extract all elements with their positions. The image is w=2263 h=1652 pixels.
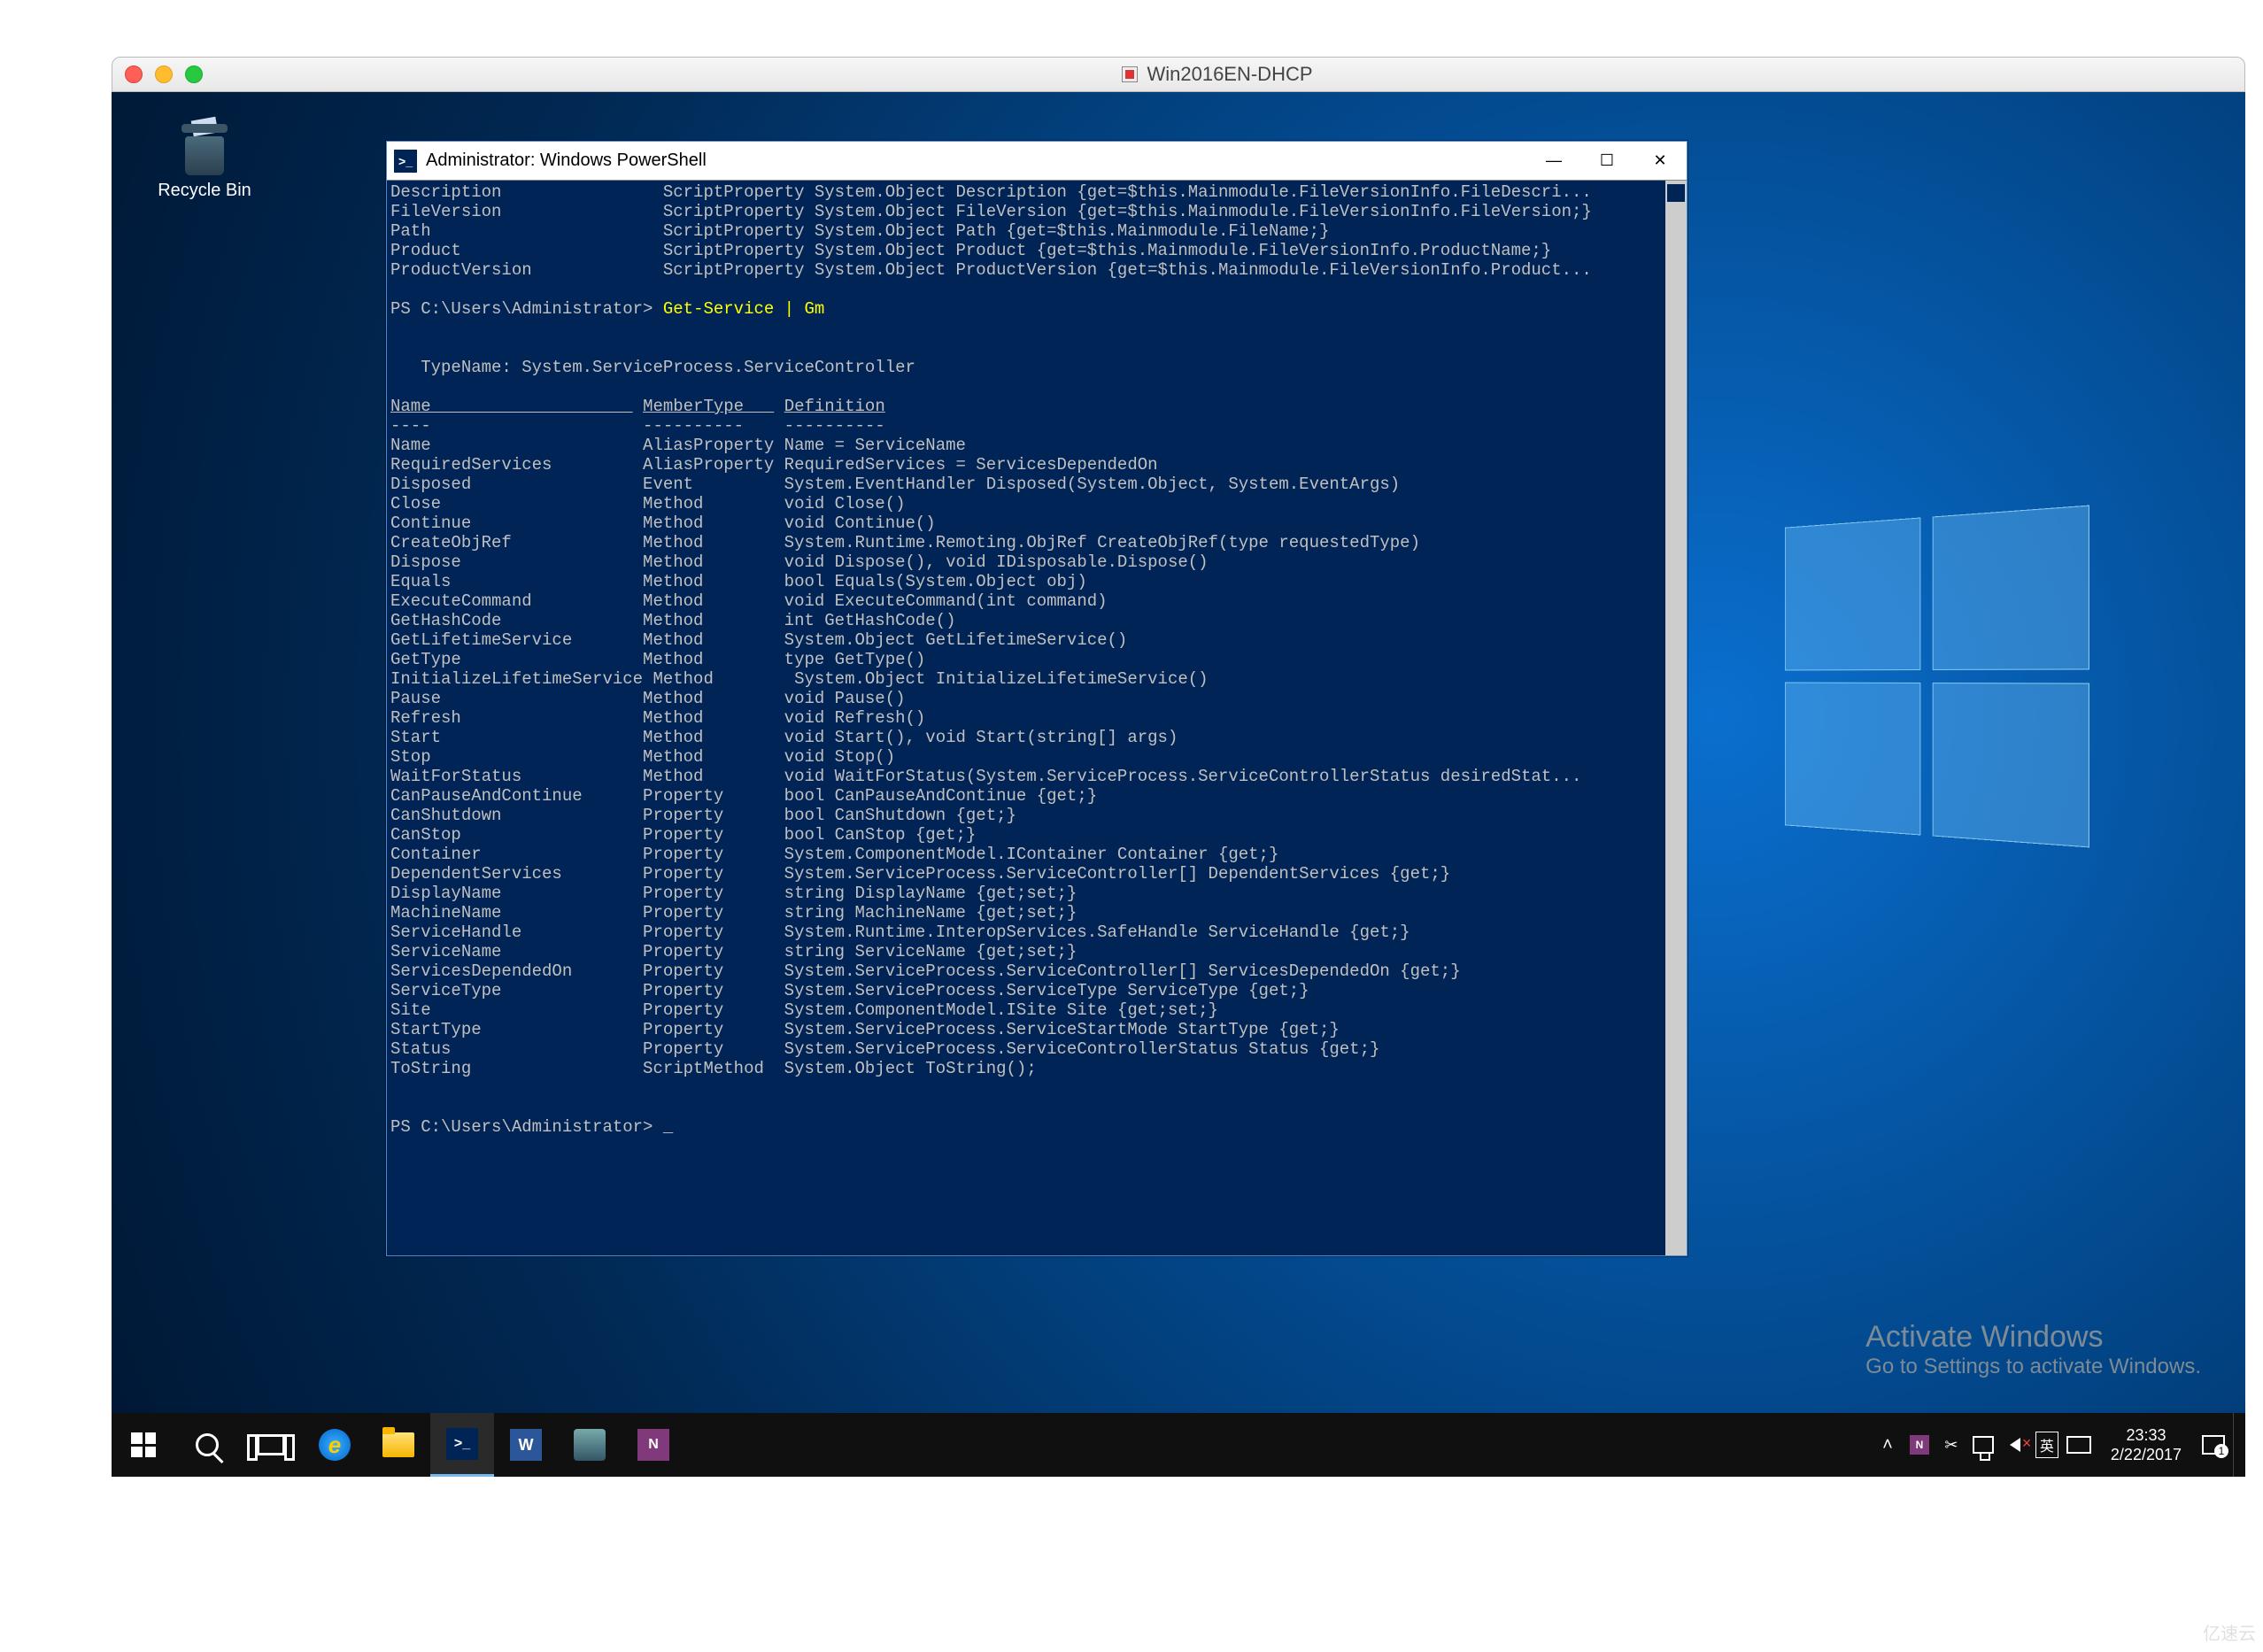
mac-close-button[interactable] — [125, 66, 143, 83]
close-button[interactable]: ✕ — [1634, 142, 1687, 181]
show-desktop-button[interactable] — [2233, 1413, 2242, 1477]
taskbar-ie[interactable]: e — [303, 1413, 367, 1477]
vm-icon — [1122, 66, 1138, 82]
clock-time: 23:33 — [2111, 1425, 2182, 1445]
mac-titlebar: Win2016EN-DHCP — [112, 57, 2245, 92]
powershell-title: Administrator: Windows PowerShell — [426, 151, 1527, 171]
clock-date: 2/22/2017 — [2111, 1445, 2182, 1464]
action-center-button[interactable] — [2201, 1432, 2226, 1457]
windows-logo-wallpaper — [1785, 506, 2089, 848]
server-manager-icon — [574, 1429, 606, 1461]
notification-icon — [2202, 1435, 2225, 1455]
powershell-terminal[interactable]: Description ScriptProperty System.Object… — [387, 181, 1687, 1255]
vm-desktop[interactable]: Recycle Bin >_ Administrator: Windows Po… — [112, 92, 2245, 1477]
taskbar: e >_ W N ˄ N ✂ 英 23:33 2/22/2017 — [112, 1413, 2245, 1477]
mac-zoom-button[interactable] — [185, 66, 203, 83]
volume-muted-icon — [2010, 1438, 2020, 1452]
taskbar-explorer[interactable] — [367, 1413, 430, 1477]
powershell-titlebar[interactable]: >_ Administrator: Windows PowerShell — ☐… — [387, 142, 1687, 181]
taskbar-server-manager[interactable] — [558, 1413, 622, 1477]
start-button[interactable] — [112, 1413, 175, 1477]
tray-snipping[interactable]: ✂ — [1939, 1432, 1964, 1457]
network-icon — [1973, 1436, 1994, 1454]
taskbar-clock[interactable]: 23:33 2/22/2017 — [2098, 1425, 2194, 1464]
recycle-bin[interactable]: Recycle Bin — [147, 119, 262, 201]
powershell-taskbar-icon: >_ — [446, 1428, 478, 1460]
onenote-tray-icon: N — [1910, 1435, 1929, 1455]
activate-title: Activate Windows — [1865, 1320, 2201, 1355]
powershell-window[interactable]: >_ Administrator: Windows PowerShell — ☐… — [386, 141, 1688, 1256]
tray-keyboard[interactable] — [2066, 1432, 2091, 1457]
source-watermark: 亿速云 — [2203, 1619, 2256, 1645]
activate-windows-watermark: Activate Windows Go to Settings to activ… — [1865, 1320, 2201, 1379]
windows-icon — [131, 1432, 156, 1457]
search-icon — [196, 1433, 219, 1456]
taskbar-powershell[interactable]: >_ — [430, 1413, 494, 1477]
taskbar-onenote[interactable]: N — [622, 1413, 685, 1477]
activate-sub: Go to Settings to activate Windows. — [1865, 1355, 2201, 1379]
scrollbar[interactable] — [1665, 181, 1687, 1255]
scrollbar-thumb[interactable] — [1667, 184, 1685, 202]
mac-window-title: Win2016EN-DHCP — [1147, 63, 1312, 86]
tray-network[interactable] — [1971, 1432, 1996, 1457]
word-icon: W — [510, 1429, 542, 1461]
tray-onenote[interactable]: N — [1907, 1432, 1932, 1457]
search-button[interactable] — [175, 1413, 239, 1477]
mac-minimize-button[interactable] — [155, 66, 173, 83]
task-view-icon — [257, 1434, 285, 1455]
recycle-bin-icon — [176, 119, 233, 175]
recycle-bin-label: Recycle Bin — [147, 181, 262, 201]
minimize-button[interactable]: — — [1527, 142, 1580, 181]
taskbar-word[interactable]: W — [494, 1413, 558, 1477]
ie-icon: e — [319, 1429, 351, 1461]
tray-overflow-button[interactable]: ˄ — [1875, 1432, 1900, 1457]
maximize-button[interactable]: ☐ — [1580, 142, 1634, 181]
powershell-icon: >_ — [394, 150, 417, 173]
tray-volume[interactable] — [2003, 1432, 2027, 1457]
task-view-button[interactable] — [239, 1413, 303, 1477]
keyboard-icon — [2066, 1436, 2091, 1454]
folder-icon — [382, 1432, 414, 1457]
onenote-icon: N — [637, 1429, 669, 1461]
tray-ime[interactable]: 英 — [2035, 1432, 2059, 1457]
ime-indicator: 英 — [2035, 1432, 2058, 1458]
